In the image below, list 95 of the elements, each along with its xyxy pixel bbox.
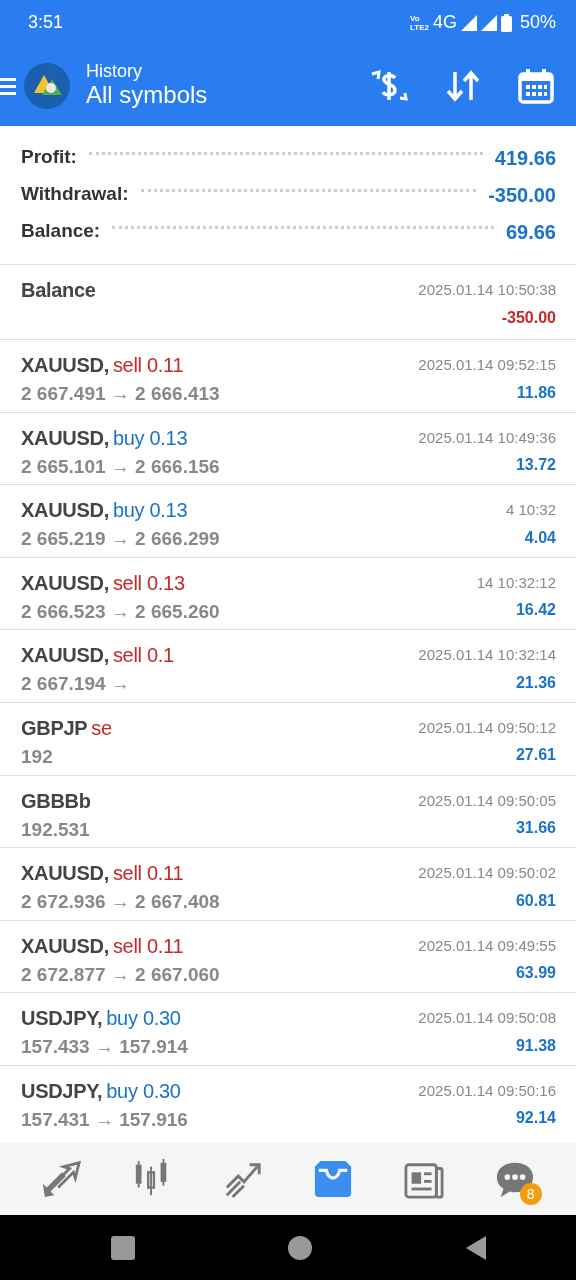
price-range: 157.431 → 157.916 bbox=[21, 1107, 188, 1132]
trade-side: buy 0.13 bbox=[112, 425, 188, 451]
trade-side: sell 0.11 bbox=[112, 861, 184, 887]
symbol-name: XAUUSD, bbox=[21, 570, 109, 596]
trade-time: 2025.01.14 10:32:14 bbox=[418, 645, 556, 666]
history-row[interactable]: GBPJP se 192 2025.01.14 09:50:12 27.61 bbox=[0, 701, 576, 775]
battery-percent: 50% bbox=[519, 11, 556, 34]
price-range: 192 bbox=[21, 744, 54, 769]
history-row[interactable]: XAUUSD, sell 0.13 2 666.523 → 2 665.260 14 10:32:12 16.42 bbox=[0, 556, 576, 630]
symbol-name: XAUUSD, bbox=[21, 861, 109, 887]
trade-time: 2025.01.14 10:49:36 bbox=[418, 427, 556, 448]
app-logo-icon bbox=[24, 62, 70, 109]
profit-amount: -350.00 bbox=[501, 307, 556, 328]
profit-amount: 11.86 bbox=[516, 382, 556, 403]
summary-value: -350.00 bbox=[488, 182, 556, 208]
trade-side: sell 0.11 bbox=[112, 353, 184, 378]
summary-label: Profit: bbox=[21, 145, 77, 170]
volte-indicator: Vo LTE2 bbox=[410, 13, 429, 32]
profit-amount: 21.36 bbox=[515, 672, 556, 693]
history-row[interactable]: Balance 2025.01.14 10:50:38 -350.00 bbox=[0, 264, 576, 339]
trade-time: 2025.01.14 09:50:16 bbox=[418, 1080, 556, 1101]
symbol-name: USDJPY, bbox=[21, 1078, 103, 1104]
notification-badge: 8 bbox=[519, 1183, 542, 1205]
trade-time: 2025.01.14 09:50:12 bbox=[418, 717, 556, 738]
symbol-name: XAUUSD, bbox=[21, 425, 109, 451]
home-button[interactable] bbox=[288, 1235, 312, 1260]
inbox-icon bbox=[313, 1159, 354, 1199]
symbol-name: XAUUSD, bbox=[21, 933, 109, 959]
signal-icon bbox=[460, 14, 477, 31]
profit-amount: 63.99 bbox=[515, 963, 556, 984]
trade-time: 2025.01.14 09:49:55 bbox=[418, 935, 556, 956]
clock: 3:51 bbox=[28, 11, 64, 34]
operation-title: Balance bbox=[21, 278, 96, 303]
screen-title: All symbols bbox=[86, 82, 208, 109]
profit-amount: 60.81 bbox=[515, 890, 556, 911]
dollar-exchange-icon[interactable] bbox=[370, 67, 408, 104]
price-range: 2 667.194 → bbox=[21, 672, 131, 697]
price-range: 2 667.491 → 2 666.413 bbox=[21, 382, 220, 406]
trade-time: 14 10:32:12 bbox=[476, 572, 556, 593]
history-row[interactable]: XAUUSD, buy 0.13 2 665.219 → 2 666.299 4 10:32 4.04 bbox=[0, 484, 576, 557]
profit-amount: 4.04 bbox=[524, 527, 556, 548]
trade-side: buy 0.30 bbox=[106, 1078, 181, 1104]
trade-side: se bbox=[91, 715, 112, 741]
recents-button[interactable] bbox=[111, 1235, 135, 1260]
price-range: 192.531 bbox=[21, 817, 91, 842]
profit-amount: 13.72 bbox=[515, 455, 556, 476]
trade-side: sell 0.1 bbox=[112, 643, 174, 669]
sort-icon[interactable] bbox=[446, 69, 480, 102]
battery-icon bbox=[500, 13, 512, 32]
trade-time: 2025.01.14 09:50:08 bbox=[418, 1008, 556, 1029]
history-row[interactable]: XAUUSD, sell 0.11 2 672.877 → 2 667.060 2025.01.14 09:49:55 63.99 bbox=[0, 919, 576, 993]
price-range: 2 665.101 → 2 666.156 bbox=[21, 454, 220, 479]
symbol-name: GBPJP bbox=[21, 715, 88, 741]
symbol-name: XAUUSD, bbox=[21, 498, 109, 524]
symbol-name: USDJPY, bbox=[21, 1006, 103, 1032]
price-range: 157.433 → 157.914 bbox=[21, 1035, 188, 1060]
profit-amount: 31.66 bbox=[515, 818, 556, 839]
history-row[interactable]: XAUUSD, sell 0.1 2 667.194 → 2025.01.14 10:32:14 21.36 bbox=[0, 629, 576, 702]
trade-time: 2025.01.14 09:50:05 bbox=[418, 790, 556, 811]
network-type: 4G bbox=[432, 11, 457, 34]
history-row[interactable]: XAUUSD, sell 0.11 2 667.491 → 2 666.413 2025.01.14 09:52:15 11.86 bbox=[0, 339, 576, 412]
signal-icon bbox=[480, 14, 497, 31]
trade-time: 2025.01.14 09:50:02 bbox=[418, 863, 556, 884]
profit-amount: 91.38 bbox=[515, 1035, 556, 1056]
price-range: 2 672.936 → 2 667.408 bbox=[21, 890, 220, 915]
profit-amount: 16.42 bbox=[515, 600, 556, 621]
menu-icon[interactable] bbox=[0, 76, 16, 95]
price-range: 2 665.219 → 2 666.299 bbox=[21, 527, 220, 552]
screen-subtitle: History bbox=[86, 62, 143, 83]
history-row[interactable]: XAUUSD, buy 0.13 2 665.101 → 2 666.156 2025.01.14 10:49:36 13.72 bbox=[0, 411, 576, 485]
summary-label: Balance: bbox=[21, 219, 101, 244]
history-row[interactable]: USDJPY, buy 0.30 157.433 → 157.914 2025.01.14 09:50:08 91.38 bbox=[0, 992, 576, 1065]
summary-value: 69.66 bbox=[505, 219, 556, 245]
history-row[interactable]: XAUUSD, sell 0.11 2 672.936 → 2 667.408 2025.01.14 09:50:02 60.81 bbox=[0, 847, 576, 920]
symbol-name: XAUUSD, bbox=[21, 643, 109, 669]
summary-value: 419.66 bbox=[494, 145, 556, 171]
trade-side: sell 0.11 bbox=[112, 933, 184, 959]
history-row[interactable]: GBBBb 192.531 2025.01.14 09:50:05 31.66 bbox=[0, 774, 576, 848]
price-range: 2 666.523 → 2 665.260 bbox=[21, 599, 220, 624]
back-button[interactable] bbox=[466, 1235, 486, 1260]
summary-label: Withdrawal: bbox=[21, 182, 129, 207]
trade-time: 4 10:32 bbox=[505, 500, 556, 521]
profit-amount: 27.61 bbox=[515, 745, 556, 766]
symbol-name: GBBBb bbox=[21, 788, 91, 814]
trade-side: buy 0.30 bbox=[106, 1006, 181, 1032]
trade-side: buy 0.13 bbox=[112, 498, 188, 524]
trade-side: sell 0.13 bbox=[112, 570, 185, 596]
trade-time: 2025.01.14 10:50:38 bbox=[418, 280, 556, 300]
history-row[interactable]: USDJPY, buy 0.30 157.431 → 157.916 2025.01.14 09:50:16 92.14 bbox=[0, 1064, 576, 1138]
symbol-name: XAUUSD, bbox=[21, 353, 109, 378]
trade-time: 2025.01.14 09:52:15 bbox=[418, 355, 556, 375]
trade-arrows-icon bbox=[41, 1159, 82, 1199]
calendar-icon[interactable] bbox=[518, 67, 554, 104]
price-range: 2 672.877 → 2 667.060 bbox=[21, 962, 220, 987]
profit-amount: 92.14 bbox=[515, 1108, 556, 1129]
